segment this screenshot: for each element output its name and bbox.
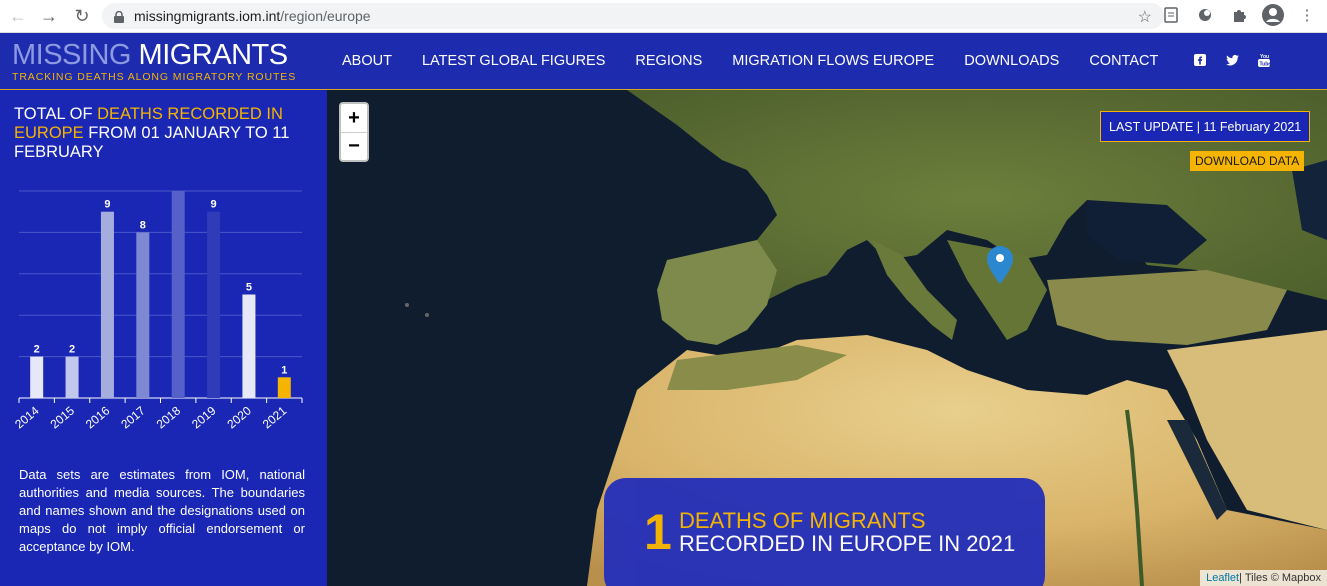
menu-item-latest-global-figures[interactable]: LATEST GLOBAL FIGURES [422, 53, 605, 69]
address-bar[interactable]: missingmigrants.iom.int/region/europe ☆ [102, 3, 1164, 29]
menu-item-migration-flows-europe[interactable]: MIGRATION FLOWS EUROPE [732, 53, 934, 69]
leaflet-link[interactable]: Leaflet [1206, 572, 1239, 584]
last-update-badge: LAST UPDATE | 11 February 2021 [1100, 111, 1311, 142]
panel-title: TOTAL OF DEATHS RECORDED IN EUROPE FROM … [14, 105, 314, 162]
map-attribution: Leaflet | Tiles © Mapbox [1200, 570, 1327, 586]
zoom-in-button[interactable]: + [341, 104, 367, 132]
chart-data-label: 9 [211, 199, 217, 211]
deaths-count: 1 [644, 504, 672, 560]
chart-data-label: 5 [246, 282, 252, 294]
main-menu: ABOUT LATEST GLOBAL FIGURES REGIONS MIGR… [342, 53, 1158, 69]
reader-icon[interactable] [1159, 3, 1183, 27]
chart-tick-label: 2017 [118, 403, 148, 431]
menu-item-downloads[interactable]: DOWNLOADS [964, 53, 1059, 69]
chart-bar [242, 294, 256, 398]
chart-tick-label: 2019 [189, 403, 219, 431]
deaths-by-year-chart: 2201422015920168201710201892019520201202… [14, 190, 303, 431]
chart-data-label: 9 [104, 199, 110, 211]
zoom-control: + − [339, 102, 369, 162]
profile-avatar-icon[interactable] [1261, 3, 1285, 27]
youtube-icon[interactable]: You Tube [1257, 53, 1271, 67]
chart-tick-label: 2018 [154, 403, 184, 431]
url-path: /region/europe [280, 8, 371, 24]
chart-data-label: 2 [69, 344, 75, 356]
social-links: You Tube [1193, 53, 1271, 67]
browser-toolbar: ← → ↻ missingmigrants.iom.int/region/eur… [0, 0, 1327, 33]
chart-bar [30, 356, 44, 398]
url-host: missingmigrants.iom.int [134, 8, 281, 24]
chart-data-label: 8 [140, 219, 146, 231]
island [425, 313, 429, 317]
menu-dots-icon[interactable]: ⋮ [1295, 3, 1319, 27]
download-data-button[interactable]: DOWNLOAD DATA [1190, 151, 1305, 171]
chart-bar [207, 211, 221, 398]
deaths-label-line1: DEATHS OF MIGRANTS [679, 508, 926, 533]
panel-title-part: TOTAL OF [14, 105, 98, 123]
chart-tick-label: 2020 [224, 403, 254, 431]
logo-word-migrants: MIGRANTS [138, 39, 289, 71]
chart-bar [65, 356, 79, 398]
puzzle-icon[interactable] [1227, 3, 1251, 27]
chart-bar [277, 377, 291, 398]
lock-icon [114, 10, 124, 23]
svg-text:Tube: Tube [1260, 62, 1271, 68]
stats-panel: TOTAL OF DEATHS RECORDED IN EUROPE FROM … [0, 90, 327, 586]
disclaimer-text: Data sets are estimates from IOM, nation… [19, 467, 305, 554]
chart-tick-label: 2014 [14, 403, 42, 431]
site-header: MISSING MIGRANTS TRACKING DEATHS ALONG M… [0, 33, 1327, 90]
chart-tick-label: 2016 [83, 403, 113, 431]
forward-icon[interactable]: → [35, 2, 63, 30]
facebook-icon[interactable] [1193, 53, 1207, 67]
chart-data-label: 2 [34, 344, 40, 356]
deaths-summary-box: 1 DEATHS OF MIGRANTS RECORDED IN EUROPE … [604, 478, 1045, 586]
chart-tick-label: 2021 [260, 403, 290, 431]
menu-item-regions[interactable]: REGIONS [635, 53, 702, 69]
tiles-credit: | Tiles © Mapbox [1239, 572, 1321, 584]
island [405, 303, 409, 307]
logo-tagline: TRACKING DEATHS ALONG MIGRATORY ROUTES [12, 71, 297, 83]
bookmark-star-icon[interactable]: ☆ [1138, 7, 1152, 27]
zoom-out-button[interactable]: − [341, 132, 367, 160]
site-logo[interactable]: MISSING MIGRANTS TRACKING DEATHS ALONG M… [12, 39, 297, 84]
chart-bar [171, 191, 185, 398]
deaths-label-line2: RECORDED IN EUROPE IN 2021 [679, 531, 1016, 556]
logo-word-missing: MISSING [12, 39, 131, 71]
chart-bar [100, 211, 114, 398]
back-icon[interactable]: ← [4, 2, 32, 30]
menu-item-about[interactable]: ABOUT [342, 53, 392, 69]
svg-text:You: You [1260, 54, 1269, 60]
chart-data-label: 1 [281, 364, 287, 376]
menu-item-contact[interactable]: CONTACT [1089, 53, 1158, 69]
chart-bar [136, 232, 150, 398]
reload-icon[interactable]: ↻ [68, 2, 96, 30]
extension-circle-icon[interactable] [1193, 3, 1217, 27]
map[interactable]: + − LAST UPDATE | 11 February 2021 DOWNL… [327, 90, 1327, 586]
twitter-icon[interactable] [1225, 53, 1239, 67]
chart-tick-label: 2015 [48, 403, 78, 431]
